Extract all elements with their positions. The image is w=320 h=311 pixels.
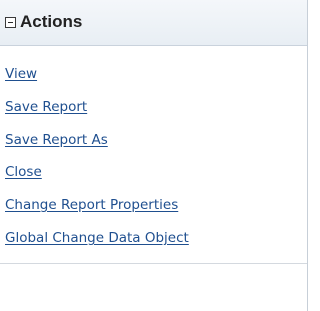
divider bbox=[0, 263, 307, 264]
list-item: View bbox=[5, 63, 37, 85]
change-report-properties-link[interactable]: Change Report Properties bbox=[5, 197, 178, 213]
actions-panel-header: Actions bbox=[0, 0, 307, 46]
view-link[interactable]: View bbox=[5, 66, 37, 82]
save-report-link[interactable]: Save Report bbox=[5, 99, 87, 115]
panel-title: Actions bbox=[20, 12, 83, 31]
list-item: Change Report Properties bbox=[5, 194, 178, 216]
global-change-data-object-link[interactable]: Global Change Data Object bbox=[5, 230, 189, 246]
close-link[interactable]: Close bbox=[5, 164, 42, 180]
list-item: Save Report As bbox=[5, 129, 108, 151]
minus-glyph bbox=[8, 22, 13, 23]
list-item: Save Report bbox=[5, 96, 87, 118]
actions-panel: Actions View Save Report Save Report As … bbox=[0, 0, 308, 311]
save-report-as-link[interactable]: Save Report As bbox=[5, 132, 108, 148]
collapse-minus-icon[interactable] bbox=[5, 17, 16, 28]
list-item: Global Change Data Object bbox=[5, 227, 189, 249]
list-item: Close bbox=[5, 161, 42, 183]
